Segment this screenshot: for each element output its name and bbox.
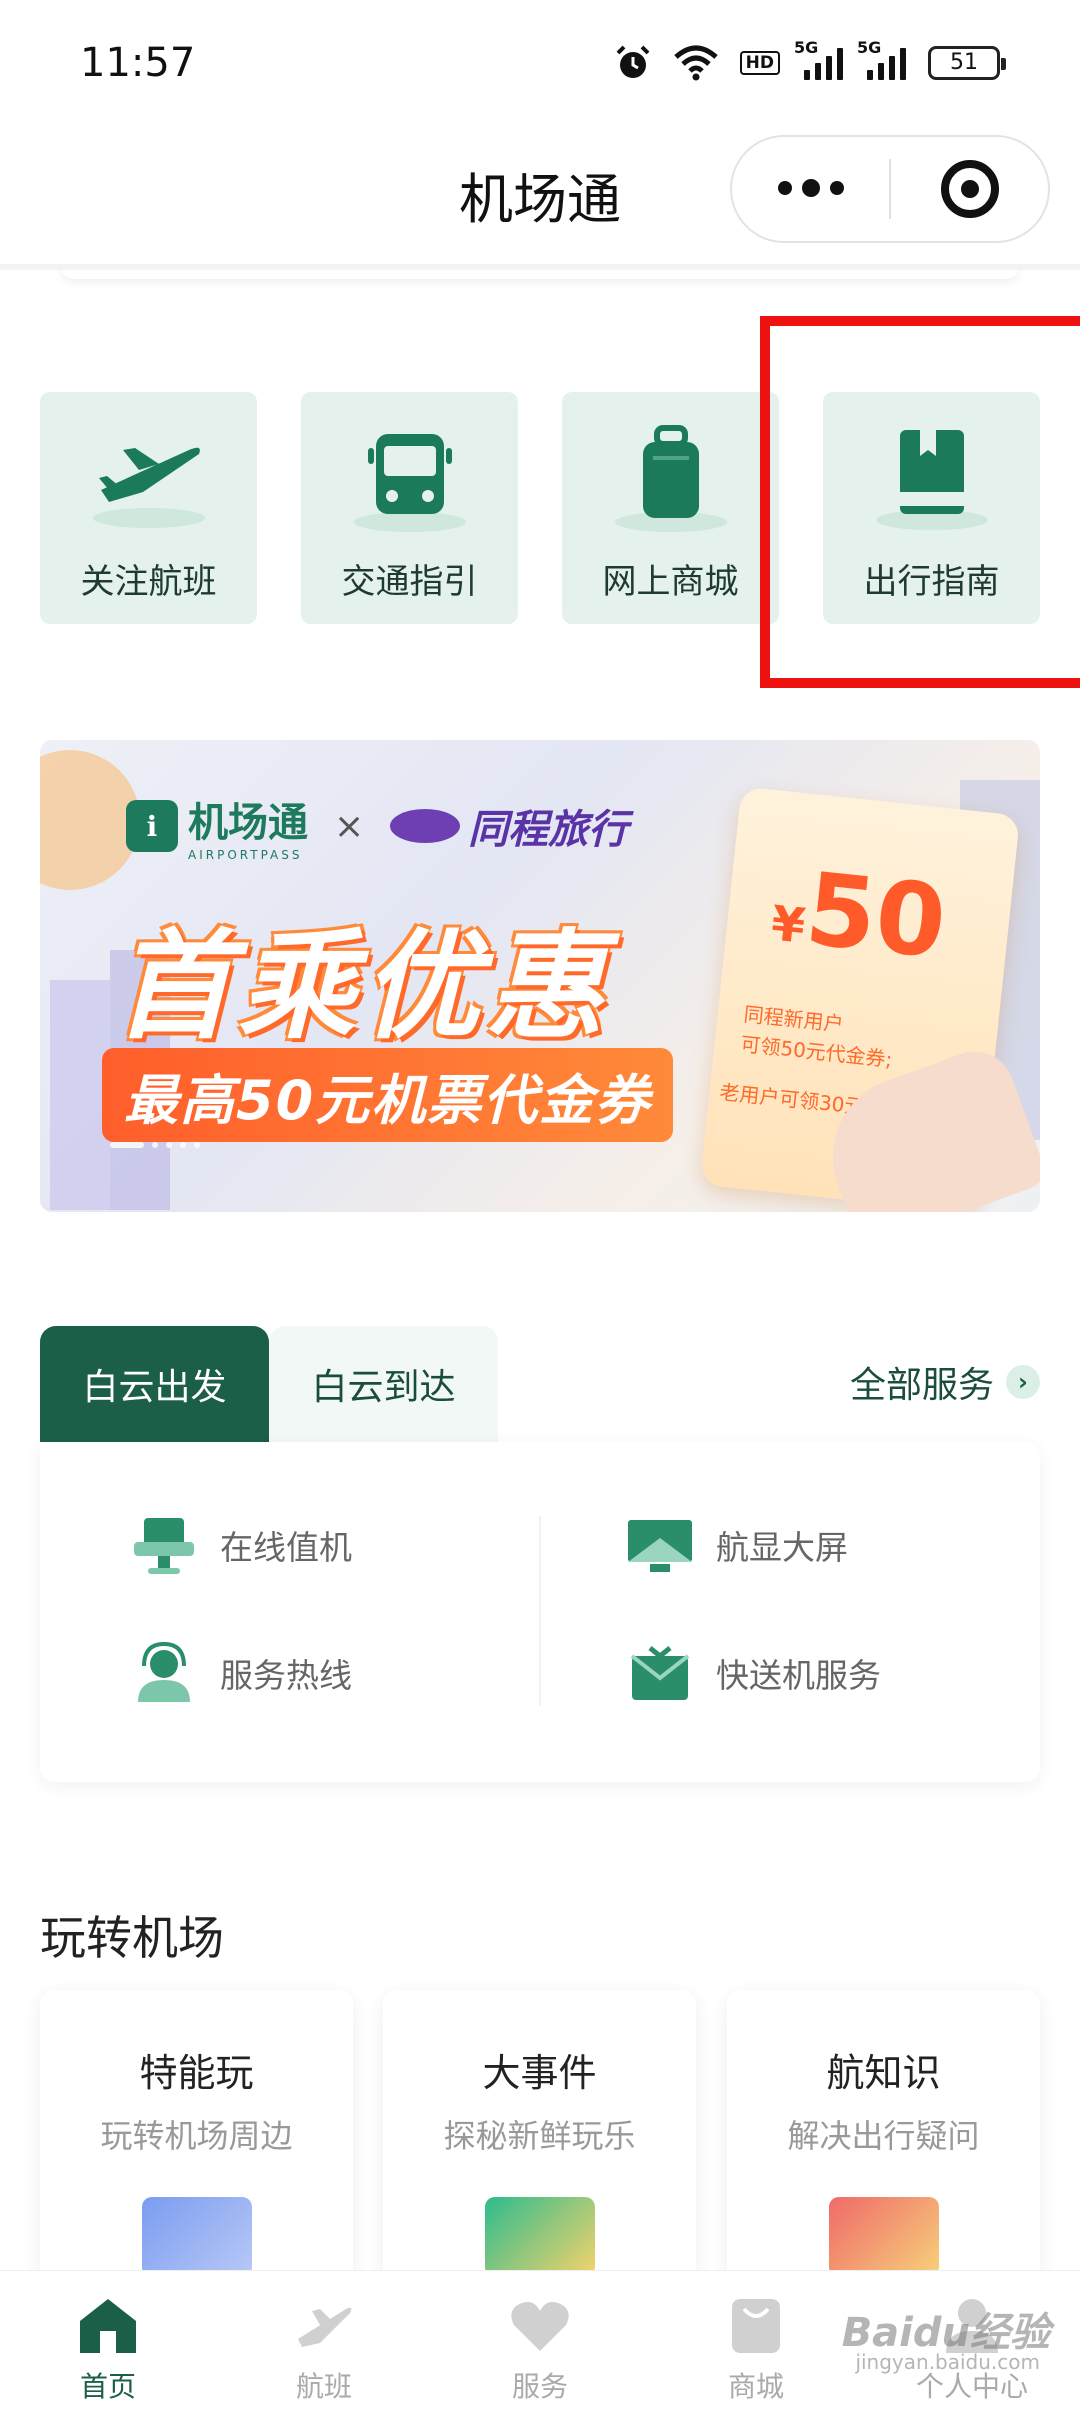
quick-item-traffic-guide[interactable]: 交通指引 xyxy=(301,392,518,624)
quick-item-follow-flight[interactable]: 关注航班 xyxy=(40,392,257,624)
plane-icon xyxy=(298,2307,352,2347)
close-miniprogram-button[interactable] xyxy=(891,137,1048,241)
checkin-kiosk-icon xyxy=(134,1518,194,1574)
coupon-amount: ¥50 xyxy=(768,850,952,982)
annotation-highlight-box xyxy=(760,316,1080,688)
card-subtitle: 探秘新鲜玩乐 xyxy=(443,2117,636,2155)
ticket-illustration xyxy=(828,2197,939,2277)
play-card-knowledge[interactable]: 航知识 解决出行疑问 xyxy=(727,1990,1040,2290)
service-label: 快送机服务 xyxy=(716,1656,881,1695)
sofa-illustration xyxy=(141,2197,252,2277)
banner-logo-row: ℹ 机场通 AIRPORTPASS × 同程旅行 xyxy=(126,790,628,862)
heart-icon xyxy=(511,2302,569,2351)
nav-bar: 机场通 xyxy=(0,125,1080,270)
service-label: 服务热线 xyxy=(220,1656,352,1695)
home-icon xyxy=(80,2299,136,2353)
all-services-link[interactable]: 全部服务 › xyxy=(850,1356,1040,1408)
watermark-url: jingyan.baidu.com xyxy=(855,2350,1040,2374)
service-label: 在线值机 xyxy=(220,1528,352,1567)
search-card-edge xyxy=(60,265,1020,279)
service-card: 在线值机 航显大屏 服务热线 快送机服务 xyxy=(40,1442,1040,1782)
quick-item-label: 网上商城 xyxy=(602,562,739,602)
collab-x: × xyxy=(334,805,365,847)
flight-display-icon xyxy=(628,1520,692,1572)
tab-mall[interactable]: 商城 xyxy=(648,2271,864,2405)
battery-indicator: 51 xyxy=(928,45,1006,80)
partner-logo-icon xyxy=(390,809,461,843)
wifi-icon xyxy=(673,45,718,80)
hotline-agent-icon xyxy=(138,1642,190,1702)
tab-flights[interactable]: 航班 xyxy=(216,2271,432,2405)
divider xyxy=(539,1516,541,1706)
service-flight-display[interactable]: 航显大屏 xyxy=(626,1514,848,1576)
card-subtitle: 玩转机场周边 xyxy=(100,2117,293,2155)
signal-icon: 5G xyxy=(794,38,843,80)
promo-banner[interactable]: ℹ 机场通 AIRPORTPASS × 同程旅行 首乘优惠 最高50元机票代金券… xyxy=(40,740,1040,1212)
service-online-checkin[interactable]: 在线值机 xyxy=(130,1514,352,1576)
banner-subline: 最高50元机票代金券 xyxy=(102,1048,674,1142)
play-card-events[interactable]: 大事件 探秘新鲜玩乐 xyxy=(383,1990,696,2290)
airportpass-logo-icon: ℹ xyxy=(126,800,178,852)
mini-program-capsule xyxy=(730,135,1050,243)
card-subtitle: 解决出行疑问 xyxy=(787,2117,980,2155)
quick-item-online-mall[interactable]: 网上商城 xyxy=(562,392,779,624)
alarm-icon xyxy=(616,45,650,78)
service-fast-delivery[interactable]: 快送机服务 xyxy=(626,1642,881,1704)
tab-label: 商城 xyxy=(727,2370,784,2403)
more-button[interactable] xyxy=(732,137,889,241)
play-card-fun[interactable]: 特能玩 玩转机场周边 xyxy=(40,1990,353,2290)
clipboard-illustration xyxy=(484,2197,595,2277)
partner-text: 同程旅行 xyxy=(468,807,629,853)
bus-icon xyxy=(353,434,466,532)
tab-label: 航班 xyxy=(295,2370,352,2403)
banner-headline: 首乘优惠 xyxy=(114,917,611,1055)
card-title: 大事件 xyxy=(482,2051,597,2095)
bag-icon xyxy=(732,2299,780,2353)
hd-badge: HD xyxy=(739,50,780,75)
tab-label: 首页 xyxy=(79,2370,136,2403)
tab-departure[interactable]: 白云出发 xyxy=(40,1326,269,1442)
card-title: 特能玩 xyxy=(139,2051,254,2095)
status-time: 11:57 xyxy=(80,39,196,86)
status-bar: 11:57 HD 5G 5G 51 xyxy=(0,0,1080,125)
service-label: 航显大屏 xyxy=(716,1528,848,1567)
tab-arrival[interactable]: 白云到达 xyxy=(269,1326,498,1442)
service-hotline[interactable]: 服务热线 xyxy=(130,1642,352,1704)
chevron-right-icon: › xyxy=(1006,1365,1040,1399)
quick-item-label: 交通指引 xyxy=(341,562,478,602)
plane-icon xyxy=(92,447,205,528)
card-title: 航知识 xyxy=(826,2051,941,2095)
more-dots-icon xyxy=(777,179,844,197)
luggage-icon xyxy=(614,425,727,532)
service-tabs: 白云出发 白云到达 全部服务 › xyxy=(40,1326,1040,1442)
airportpass-logo: ℹ 机场通 AIRPORTPASS xyxy=(126,790,308,862)
brand-subtext: AIRPORTPASS xyxy=(188,848,303,862)
partner-logo: 同程旅行 xyxy=(390,797,628,855)
tab-services[interactable]: 服务 xyxy=(432,2271,648,2405)
quick-item-label: 关注航班 xyxy=(80,562,217,602)
brand-text: 机场通 xyxy=(188,800,308,846)
section-title: 玩转机场 xyxy=(40,1911,224,1965)
banner-pagination xyxy=(110,1142,200,1148)
tab-label: 服务 xyxy=(511,2370,568,2403)
signal-icon: 5G xyxy=(857,38,906,80)
page-title: 机场通 xyxy=(459,168,621,231)
all-services-label: 全部服务 xyxy=(849,1365,994,1406)
tab-home[interactable]: 首页 xyxy=(0,2271,216,2405)
target-icon xyxy=(940,160,999,218)
fast-service-icon xyxy=(630,1646,690,1700)
status-icons: HD 5G 5G 51 xyxy=(614,38,1006,82)
